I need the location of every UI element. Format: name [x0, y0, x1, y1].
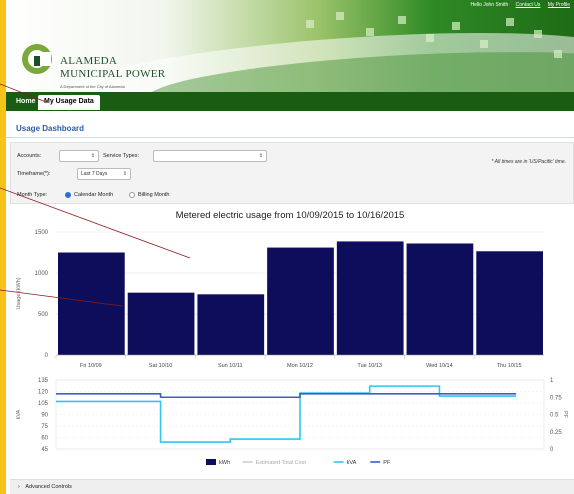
title-divider — [6, 137, 574, 138]
brand-tagline: A Department of the City of Alameda — [60, 84, 125, 89]
bar-x-tick-label: Wed 10/14 — [426, 363, 453, 369]
chart-title: Metered electric usage from 10/09/2015 t… — [175, 210, 405, 221]
bar-x-tick-label: Sat 10/10 — [149, 363, 173, 369]
usage-bar — [406, 243, 474, 355]
advanced-controls-label: Advanced Controls — [25, 484, 72, 490]
bar-y-tick-label: 500 — [38, 312, 49, 318]
legend-label: kWh — [219, 460, 230, 466]
chevron-updown-icon: ⇕ — [258, 153, 263, 159]
header-decor — [554, 50, 562, 58]
legend-label: Estimated Total Cost — [256, 460, 307, 466]
header-decor — [426, 34, 434, 42]
bar-x-tick-label: Fri 10/09 — [80, 363, 102, 369]
accounts-label: Accounts: — [17, 153, 42, 159]
kva-tick-label: 75 — [41, 424, 48, 430]
filter-panel: Accounts: ⇕ Service Types: ⇕ Timeframe(*… — [10, 142, 574, 204]
header-decor — [306, 20, 314, 28]
usage-bar — [336, 241, 404, 355]
contact-us-link[interactable]: Contact Us — [516, 2, 541, 8]
header-decor — [534, 30, 542, 38]
my-profile-link[interactable]: My Profile — [548, 2, 570, 8]
page-title: Usage Dashboard — [16, 124, 85, 133]
usage-bar — [127, 292, 195, 355]
tab-home[interactable]: Home — [10, 95, 41, 110]
timeframe-label: Timeframe(*): — [17, 171, 51, 177]
kva-tick-label: 120 — [38, 390, 49, 396]
usage-bar — [197, 294, 265, 355]
service-types-select[interactable]: ⇕ — [153, 150, 267, 162]
kva-tick-label: 90 — [41, 413, 48, 419]
kva-tick-label: 60 — [41, 436, 48, 442]
pf-tick-label: 0.75 — [550, 395, 562, 401]
top-links: Hello John Smith Contact Us My Profile — [464, 2, 570, 8]
billing-month-label[interactable]: Billing Month — [138, 192, 170, 198]
main-nav: Home My Usage Data — [6, 92, 574, 111]
kva-axis-label: kVA — [16, 409, 22, 419]
pf-tick-label: 0.5 — [550, 413, 559, 419]
calendar-month-radio[interactable] — [65, 192, 71, 198]
main-content: Usage Dashboard Accounts: ⇕ Service Type… — [6, 111, 574, 494]
advanced-controls-toggle[interactable]: › Advanced Controls — [10, 479, 574, 494]
site-header: Hello John Smith Contact Us My Profile A… — [6, 0, 574, 92]
brand-name-line2: MUNICIPAL POWER — [60, 68, 166, 80]
usage-bar — [267, 247, 334, 355]
bar-x-tick-label: Mon 10/12 — [287, 363, 313, 369]
bar-y-tick-label: 1500 — [35, 230, 49, 236]
bar-y-axis-label: Usage (kWh) — [16, 277, 22, 309]
bar-y-tick-label: 1000 — [35, 271, 49, 277]
header-decor — [480, 40, 488, 48]
header-decor — [506, 18, 514, 26]
chevron-right-icon: › — [18, 484, 20, 490]
legend-label: PF — [383, 460, 391, 466]
bar-y-tick-label: 0 — [45, 353, 49, 359]
bar-x-tick-label: Sun 10/11 — [218, 363, 243, 369]
timezone-note: * All times are in 'US/Pacific' time. — [491, 159, 566, 165]
accounts-select[interactable]: ⇕ — [59, 150, 99, 162]
chevron-updown-icon: ⇕ — [122, 171, 127, 177]
bar-x-tick-label: Tue 10/13 — [357, 363, 382, 369]
tab-my-usage-data[interactable]: My Usage Data — [38, 95, 100, 110]
header-decor — [452, 22, 460, 30]
usage-bar — [476, 251, 543, 355]
kva-tick-label: 105 — [38, 401, 49, 407]
kva-tick-label: 45 — [41, 447, 48, 453]
user-greeting: Hello John Smith — [470, 2, 509, 8]
timeframe-select[interactable]: Last 7 Days ⇕ — [77, 168, 131, 180]
brand-name-line1: ALAMEDA — [60, 55, 118, 67]
pf-tick-label: 0 — [550, 447, 554, 453]
bar-x-tick-label: Thu 10/15 — [497, 363, 522, 369]
chevron-updown-icon: ⇕ — [90, 153, 95, 159]
pf-axis-label: PF — [562, 411, 568, 419]
logo-mark-icon — [22, 44, 52, 74]
app-frame: Hello John Smith Contact Us My Profile A… — [6, 0, 574, 494]
pf-tick-label: 0.25 — [550, 430, 562, 436]
calendar-month-label[interactable]: Calendar Month — [74, 192, 113, 198]
header-decor — [366, 28, 374, 36]
kva-tick-label: 135 — [38, 378, 49, 384]
pf-tick-label: 1 — [550, 378, 554, 384]
month-type-label: Month Type: — [17, 192, 48, 198]
header-decor — [398, 16, 406, 24]
timeframe-value: Last 7 Days — [81, 171, 108, 177]
legend-swatch — [206, 459, 216, 465]
header-decor — [336, 12, 344, 20]
legend-label: kVA — [347, 460, 357, 466]
usage-chart: 0 500 1000 1500 Usage (kWh) Fri 10/09 Sat 10/1… — [16, 230, 568, 466]
billing-month-radio[interactable] — [129, 192, 135, 198]
service-types-label: Service Types: — [103, 153, 139, 159]
usage-bar — [58, 252, 125, 355]
